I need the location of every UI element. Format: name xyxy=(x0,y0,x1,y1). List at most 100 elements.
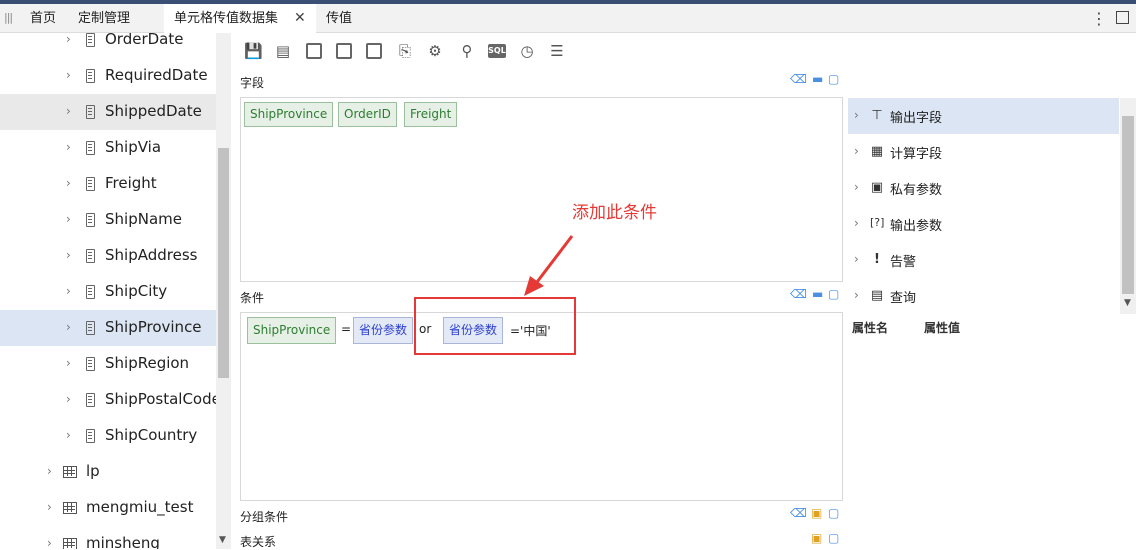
field-icon xyxy=(86,213,95,227)
chevron-right-icon[interactable]: › xyxy=(66,392,71,406)
export-icon[interactable]: ⎘ xyxy=(396,42,414,60)
field-tree: › OrderDate › RequiredDate › ShippedDate… xyxy=(0,33,216,549)
chevron-right-icon[interactable]: › xyxy=(66,356,71,370)
sql-icon[interactable]: SQL xyxy=(488,44,506,58)
scrollbar-thumb[interactable] xyxy=(1122,116,1134,294)
field-chip[interactable]: ShipProvince xyxy=(244,102,334,127)
tab-pass-value[interactable]: 传值 xyxy=(326,4,352,33)
gear-icon[interactable]: ⚙ xyxy=(426,42,444,60)
nav-item-output-fields[interactable]: › ⊤ 输出字段 xyxy=(848,98,1119,134)
more-vertical-icon[interactable]: ⋮ xyxy=(1091,9,1107,28)
eraser-icon[interactable]: ⌫ xyxy=(790,506,807,520)
chevron-right-icon[interactable]: › xyxy=(66,33,71,46)
nav-item-private-params[interactable]: › ▣ 私有参数 xyxy=(848,170,1119,206)
field-icon xyxy=(86,69,95,83)
tree-node[interactable]: › ShipProvince xyxy=(0,310,216,346)
chevron-right-icon[interactable]: › xyxy=(47,536,52,549)
tree-node[interactable]: › ShipPostalCode xyxy=(0,382,216,418)
fields-section-title: 字段 xyxy=(240,76,265,90)
chevron-right-icon[interactable]: › xyxy=(854,180,859,194)
nav-item-alert[interactable]: › ! 告警 xyxy=(848,242,1119,278)
tree-node[interactable]: › ShippedDate xyxy=(0,94,216,130)
tree-node[interactable]: › ShipAddress xyxy=(0,238,216,274)
field-chip[interactable]: OrderID xyxy=(338,102,397,127)
conditions-section-title: 条件 xyxy=(240,291,265,305)
nav-item-query[interactable]: › ▤ 查询 xyxy=(848,278,1119,314)
close-icon[interactable]: ✕ xyxy=(294,4,306,33)
restore-icon[interactable]: ▢ xyxy=(828,506,839,520)
save-icon[interactable]: 💾 xyxy=(244,42,263,60)
chevron-right-icon[interactable]: › xyxy=(66,68,71,82)
tree-node[interactable]: › mengmiu_test xyxy=(0,490,216,526)
scrollbar-thumb[interactable] xyxy=(218,148,229,378)
tree-node[interactable]: › minsheng xyxy=(0,526,216,549)
chevron-right-icon[interactable]: › xyxy=(66,320,71,334)
tree-node-label: ShipPostalCode xyxy=(105,390,216,408)
chevron-right-icon[interactable]: › xyxy=(66,104,71,118)
tree-node[interactable]: › ShipCountry xyxy=(0,418,216,454)
tree-node-label: mengmiu_test xyxy=(86,498,194,516)
eraser-icon[interactable]: ⌫ xyxy=(790,72,807,86)
scroll-down-icon[interactable]: ▼ xyxy=(1124,298,1131,308)
expand-icon[interactable]: ▣ xyxy=(811,531,822,545)
layers-icon[interactable]: ☰ xyxy=(548,42,566,60)
tree-node-label: OrderDate xyxy=(105,33,184,48)
search-icon[interactable]: ⚲ xyxy=(458,42,476,60)
maximize-icon[interactable] xyxy=(1116,11,1129,24)
expand-icon[interactable]: ▣ xyxy=(811,506,822,520)
help-doc-icon[interactable] xyxy=(366,43,382,59)
tree-node[interactable]: › ShipName xyxy=(0,202,216,238)
table-icon xyxy=(63,502,77,514)
chevron-right-icon[interactable]: › xyxy=(854,252,859,266)
save-as-icon[interactable]: ▤ xyxy=(274,42,292,60)
chevron-right-icon[interactable]: › xyxy=(66,284,71,298)
tree-node[interactable]: › ShipRegion xyxy=(0,346,216,382)
field-icon xyxy=(86,429,95,443)
minimize-icon[interactable]: ▬ xyxy=(812,72,823,86)
chevron-right-icon[interactable]: › xyxy=(854,144,859,158)
restore-icon[interactable]: ▢ xyxy=(828,287,839,301)
query-icon: ▤ xyxy=(870,288,884,303)
tree-node[interactable]: › lp xyxy=(0,454,216,490)
tree-node[interactable]: › Freight xyxy=(0,166,216,202)
field-icon xyxy=(86,105,95,119)
right-scrollbar[interactable]: ▼ xyxy=(1120,98,1136,314)
tree-scrollbar[interactable]: ▼ xyxy=(216,33,231,549)
chevron-right-icon[interactable]: › xyxy=(66,428,71,442)
restore-icon[interactable]: ▢ xyxy=(828,72,839,86)
clock-icon[interactable]: ◷ xyxy=(518,42,536,60)
chevron-right-icon[interactable]: › xyxy=(854,108,859,122)
chevron-right-icon[interactable]: › xyxy=(47,464,52,478)
grid-icon[interactable] xyxy=(336,43,352,59)
chevron-right-icon[interactable]: › xyxy=(66,248,71,262)
chevron-right-icon[interactable]: › xyxy=(66,176,71,190)
chevron-right-icon[interactable]: › xyxy=(854,216,859,230)
tab-cell-dataset[interactable]: 单元格传值数据集 ✕ xyxy=(164,4,316,33)
eraser-icon[interactable]: ⌫ xyxy=(790,287,807,301)
chevron-right-icon[interactable]: › xyxy=(66,140,71,154)
condition-param-chip[interactable]: 省份参数 xyxy=(353,317,414,344)
nav-item-label: 私有参数 xyxy=(890,183,943,198)
restore-icon[interactable]: ▢ xyxy=(828,531,839,545)
tree-node[interactable]: › ShipCity xyxy=(0,274,216,310)
tree-node[interactable]: › ShipVia xyxy=(0,130,216,166)
condition-field-chip[interactable]: ShipProvince xyxy=(247,317,337,344)
scroll-down-icon[interactable]: ▼ xyxy=(219,535,226,545)
nav-item-output-params[interactable]: › [?] 输出参数 xyxy=(848,206,1119,242)
table-icon xyxy=(63,538,77,549)
chevron-right-icon[interactable]: › xyxy=(66,212,71,226)
nav-item-label: 查询 xyxy=(890,291,917,306)
tab-custom-management[interactable]: 定制管理 xyxy=(78,4,130,33)
chevron-right-icon[interactable]: › xyxy=(47,500,52,514)
tree-node[interactable]: › RequiredDate xyxy=(0,58,216,94)
field-chip[interactable]: Freight xyxy=(404,102,458,127)
menu-icon[interactable]: ||| xyxy=(4,4,13,33)
tab-home[interactable]: 首页 xyxy=(30,4,56,33)
tab-label: 定制管理 xyxy=(78,11,131,26)
form-icon[interactable] xyxy=(306,43,322,59)
tree-node[interactable]: › OrderDate xyxy=(0,33,216,58)
nav-item-calc-fields[interactable]: › ▦ 计算字段 xyxy=(848,134,1119,170)
minimize-icon[interactable]: ▬ xyxy=(812,287,823,301)
chevron-right-icon[interactable]: › xyxy=(854,288,859,302)
field-icon xyxy=(86,33,95,47)
